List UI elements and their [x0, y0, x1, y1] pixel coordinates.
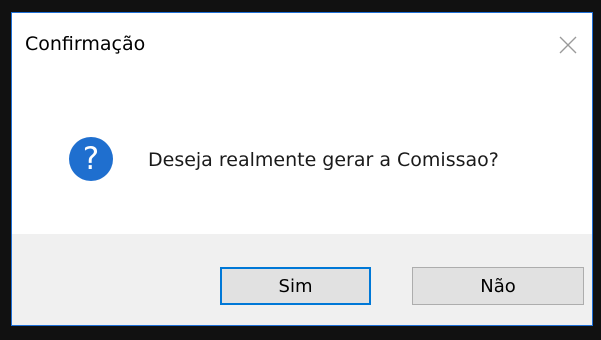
close-icon	[559, 36, 577, 54]
dialog-message: Deseja realmente gerar a Comissao?	[148, 149, 499, 171]
confirmation-dialog: Confirmação ? Deseja realmente gerar a C…	[11, 12, 593, 326]
dialog-titlebar: Confirmação	[12, 13, 592, 77]
close-button[interactable]	[554, 31, 582, 59]
yes-button[interactable]: Sim	[220, 267, 371, 305]
dialog-button-bar: Sim Não	[12, 234, 592, 325]
question-icon: ?	[69, 137, 113, 181]
window-frame: Confirmação ? Deseja realmente gerar a C…	[0, 0, 601, 340]
no-button[interactable]: Não	[412, 267, 584, 305]
dialog-title: Confirmação	[25, 33, 146, 55]
dialog-content: ? Deseja realmente gerar a Comissao?	[12, 77, 592, 235]
